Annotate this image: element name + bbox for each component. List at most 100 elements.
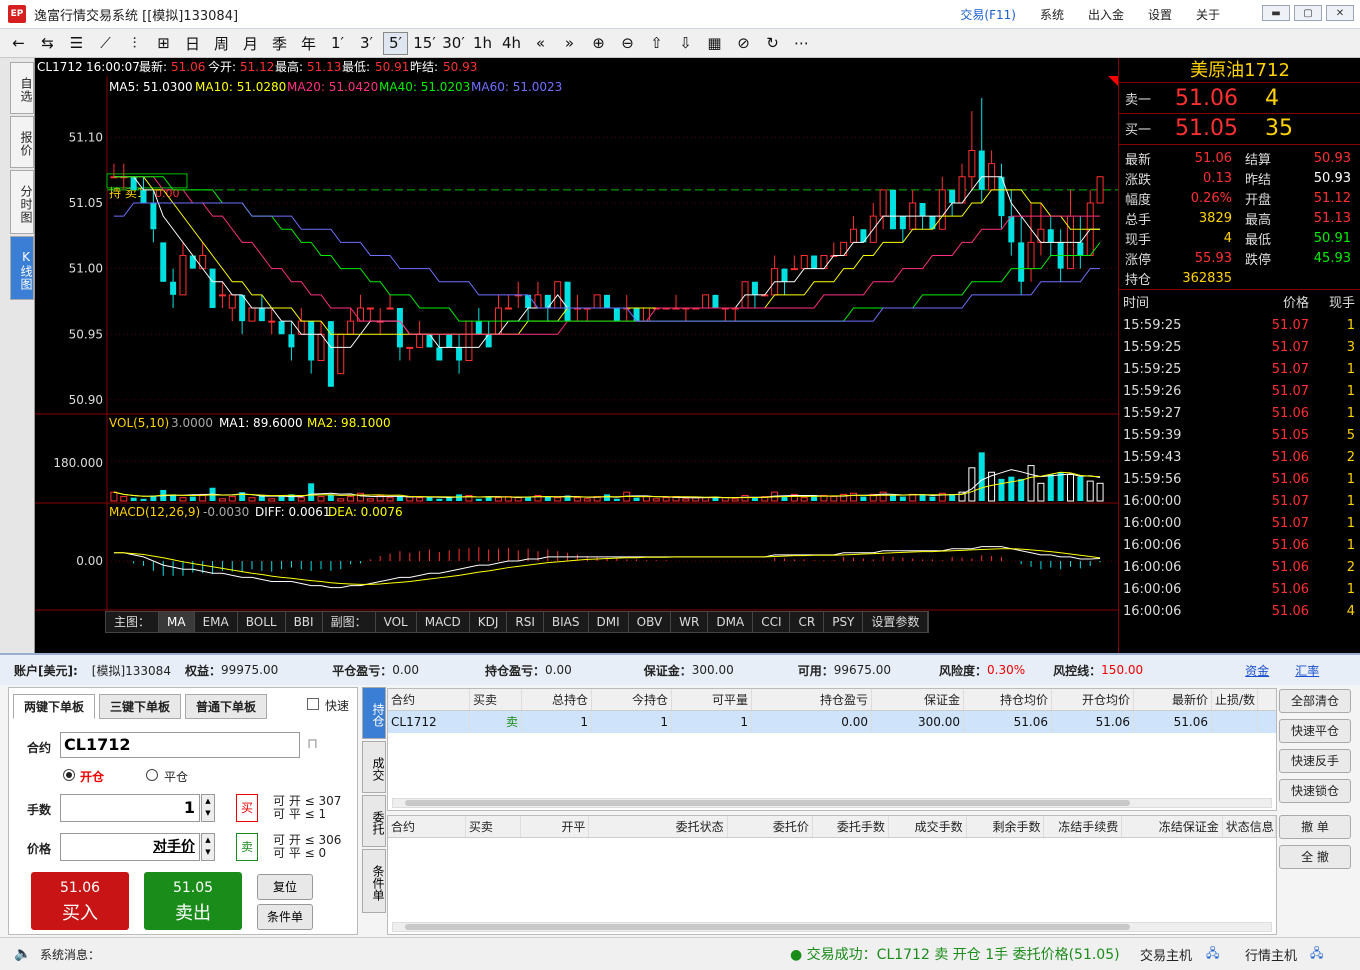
- bid-row[interactable]: 买一 51.05 35: [1119, 114, 1360, 142]
- indicator-tab-15[interactable]: CCI: [753, 612, 791, 632]
- indicator-tab-4[interactable]: BBI: [286, 612, 323, 632]
- kline-svg[interactable]: CL1712 16:00:07 最新: 51.06 今开: 51.12 最高: …: [35, 58, 1118, 653]
- menu-about[interactable]: 关于: [1196, 6, 1220, 23]
- column-header[interactable]: 买卖: [470, 689, 522, 710]
- toolbar-item-13[interactable]: 5′: [383, 31, 408, 55]
- toolbar-item-18[interactable]: «: [528, 32, 553, 55]
- contract-input[interactable]: CL1712: [60, 732, 300, 758]
- toolbar-item-7[interactable]: 周: [209, 32, 234, 55]
- indicator-tab-12[interactable]: OBV: [629, 612, 672, 632]
- scroll-thumb[interactable]: [405, 800, 1130, 806]
- toolbar-item-3[interactable]: ⟋: [93, 32, 118, 55]
- fast-close-button[interactable]: 快速平仓: [1279, 719, 1351, 743]
- toolbar-item-12[interactable]: 3′: [354, 32, 379, 55]
- column-header[interactable]: 买卖: [466, 816, 521, 837]
- indicator-tab-11[interactable]: DMI: [589, 612, 629, 632]
- column-header[interactable]: 总持仓: [522, 689, 592, 710]
- tab-orders[interactable]: 委托: [362, 795, 386, 847]
- column-header[interactable]: 开平: [521, 816, 590, 837]
- toolbar-item-22[interactable]: ⇧: [644, 32, 669, 55]
- close-radio[interactable]: [146, 769, 158, 781]
- open-radio[interactable]: [63, 769, 75, 781]
- fast-lock-button[interactable]: 快速锁仓: [1279, 779, 1351, 803]
- nav-tab-watchlist[interactable]: 自选: [10, 62, 34, 114]
- column-header[interactable]: 开仓均价: [1052, 689, 1134, 710]
- toolbar-item-6[interactable]: 日: [180, 32, 205, 55]
- toolbar-item-14[interactable]: 15′: [412, 32, 437, 55]
- column-header[interactable]: 合约: [388, 689, 470, 710]
- bid-price[interactable]: 51.05: [1175, 116, 1265, 141]
- indicator-tab-1[interactable]: MA: [159, 612, 195, 632]
- toolbar-item-15[interactable]: 30′: [441, 32, 466, 55]
- rate-link[interactable]: 汇率: [1295, 662, 1319, 679]
- indicator-tab-14[interactable]: DMA: [708, 612, 754, 632]
- reset-button[interactable]: 复位: [257, 874, 313, 900]
- toolbar-item-25[interactable]: ⊘: [731, 32, 756, 55]
- buy-button[interactable]: 51.06 买入: [31, 872, 129, 930]
- tab-normal[interactable]: 普通下单板: [185, 694, 268, 719]
- lock-icon[interactable]: ⊓: [307, 736, 325, 752]
- price-stepper[interactable]: ▲ ▼: [201, 833, 215, 861]
- column-header[interactable]: 冻结手续费: [1044, 816, 1123, 837]
- indicator-tab-8[interactable]: KDJ: [470, 612, 508, 632]
- tab-positions[interactable]: 持仓: [362, 687, 386, 739]
- column-header[interactable]: 止损/数: [1212, 689, 1258, 710]
- nav-tab-quotes[interactable]: 报价: [10, 116, 34, 168]
- nav-tab-kline[interactable]: K线图: [10, 236, 34, 300]
- conditional-order-button[interactable]: 条件单: [257, 904, 313, 930]
- column-header[interactable]: 成交手数: [889, 816, 967, 837]
- toolbar-item-23[interactable]: ⇩: [673, 32, 698, 55]
- toolbar-item-10[interactable]: 年: [296, 32, 321, 55]
- indicator-tab-17[interactable]: PSY: [824, 612, 864, 632]
- sell-button[interactable]: 51.05 卖出: [144, 872, 242, 930]
- fast-reverse-button[interactable]: 快速反手: [1279, 749, 1351, 773]
- menu-trade[interactable]: 交易(F11): [960, 6, 1016, 23]
- column-header[interactable]: 持仓盈亏: [752, 689, 872, 710]
- table-row[interactable]: CL1712 卖 1 1 1 0.00 300.00 51.06 51.06 51.06: [388, 711, 1276, 733]
- toolbar-item-5[interactable]: ⊞: [151, 32, 176, 55]
- toolbar-item-20[interactable]: ⊕: [586, 32, 611, 55]
- cancel-order-button[interactable]: 撤 单: [1279, 815, 1351, 839]
- column-header[interactable]: 委托状态: [589, 816, 728, 837]
- qty-input[interactable]: 1: [60, 794, 200, 822]
- orders-scrollbar[interactable]: [392, 922, 1272, 932]
- tab-fills[interactable]: 成交: [362, 741, 386, 793]
- kline-chart[interactable]: CL1712 16:00:07 最新: 51.06 今开: 51.12 最高: …: [35, 58, 1118, 653]
- toolbar-item-8[interactable]: 月: [238, 32, 263, 55]
- indicator-tab-16[interactable]: CR: [790, 612, 825, 632]
- tab-conditional[interactable]: 条件单: [362, 849, 386, 913]
- price-input[interactable]: 对手价: [60, 833, 200, 861]
- toolbar-item-26[interactable]: ↻: [760, 32, 785, 55]
- toolbar-item-19[interactable]: »: [557, 32, 582, 55]
- column-header[interactable]: 最新价: [1134, 689, 1212, 710]
- speaker-icon[interactable]: 🔈: [14, 946, 31, 962]
- toolbar-item-1[interactable]: ⇆: [35, 32, 60, 55]
- column-header[interactable]: 冻结保证金: [1122, 816, 1223, 837]
- fast-checkbox[interactable]: [307, 698, 319, 710]
- toolbar-item-24[interactable]: ▦: [702, 32, 727, 55]
- column-header[interactable]: 剩余手数: [967, 816, 1045, 837]
- indicator-tab-2[interactable]: EMA: [195, 612, 238, 632]
- tab-two-key[interactable]: 两键下单板: [13, 694, 96, 719]
- cancel-all-button[interactable]: 全 撤: [1279, 845, 1351, 869]
- column-header[interactable]: 今持仓: [592, 689, 672, 710]
- scroll-thumb[interactable]: [405, 924, 1130, 930]
- menu-system[interactable]: 系统: [1040, 6, 1064, 23]
- indicator-tab-10[interactable]: BIAS: [544, 612, 589, 632]
- close-icon[interactable]: ✕: [1326, 5, 1354, 21]
- toolbar-item-4[interactable]: ⫶: [122, 32, 147, 55]
- toolbar-item-9[interactable]: 季: [267, 32, 292, 55]
- toolbar-item-11[interactable]: 1′: [325, 32, 350, 55]
- indicator-tab-13[interactable]: WR: [671, 612, 709, 632]
- menu-settings[interactable]: 设置: [1148, 6, 1172, 23]
- indicator-tab-3[interactable]: BOLL: [238, 612, 286, 632]
- positions-scrollbar[interactable]: [392, 798, 1272, 808]
- column-header[interactable]: 状态信息: [1223, 816, 1277, 837]
- funds-link[interactable]: 资金: [1245, 662, 1269, 679]
- indicator-tab-7[interactable]: MACD: [417, 612, 470, 632]
- maximize-icon[interactable]: ▢: [1294, 5, 1322, 21]
- toolbar-item-17[interactable]: 4h: [499, 32, 524, 55]
- tab-three-key[interactable]: 三键下单板: [99, 694, 182, 719]
- minimize-icon[interactable]: ▬: [1262, 5, 1290, 21]
- toolbar-item-16[interactable]: 1h: [470, 32, 495, 55]
